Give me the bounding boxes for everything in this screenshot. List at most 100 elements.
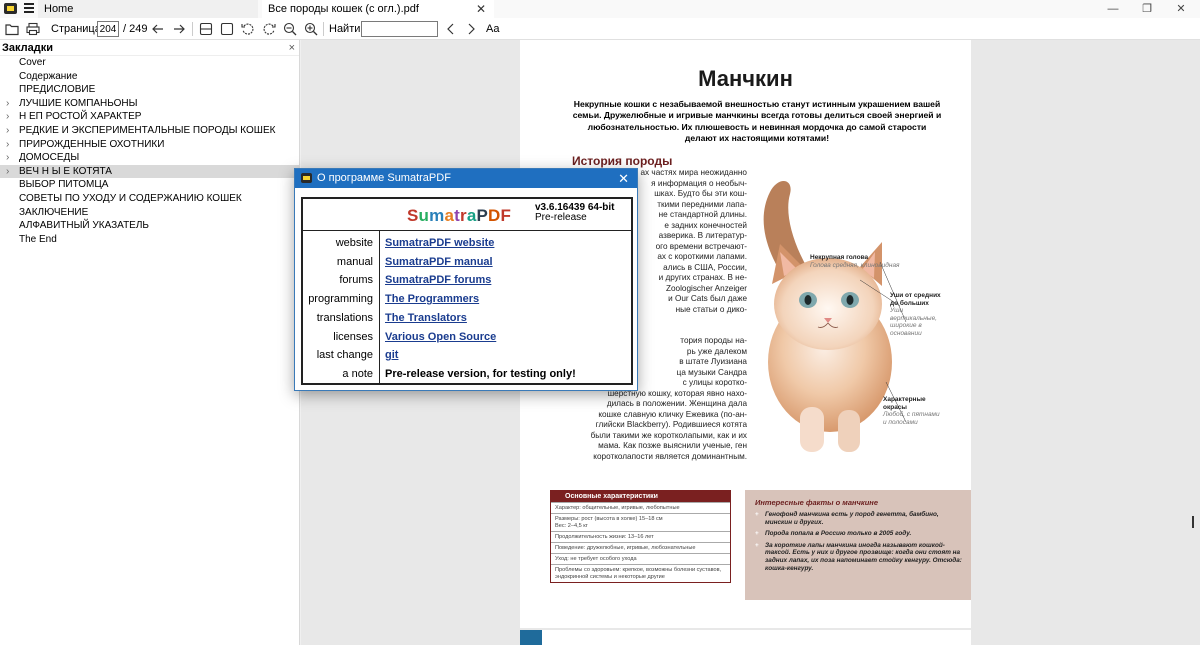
about-row-value: Pre-release version, for testing only! (385, 367, 576, 380)
chevron-right-icon[interactable]: › (6, 151, 9, 165)
chevron-right-icon[interactable]: › (6, 124, 9, 138)
bookmarks-sidebar: Закладки × Cover Содержание ПРЕДИСЛОВИЕ › ЛУ… (0, 40, 300, 645)
about-link[interactable]: SumatraPDF forums (385, 274, 491, 286)
bookmark-item[interactable]: › ДОМОСЕДЫ (0, 151, 299, 165)
about-link[interactable]: SumatraPDF website (385, 237, 494, 249)
annotation-desc: Любой, с пятнами и полосами (883, 411, 940, 426)
about-row: licenses Various Open Source (303, 329, 633, 348)
zoom-out-icon[interactable] (283, 22, 297, 36)
app-logo-icon (301, 173, 312, 183)
about-row: translations The Translators (303, 310, 633, 329)
dialog-title: О программе SumatraPDF (317, 172, 451, 184)
about-link[interactable]: The Translators (385, 312, 467, 324)
page-number-input[interactable] (97, 21, 119, 37)
about-row-key: forums (339, 274, 373, 287)
logo-letter: S (407, 206, 419, 225)
logo-letter: u (418, 206, 430, 225)
table-row: Уход: не требует особого ухода (551, 553, 730, 564)
bookmark-item[interactable]: АЛФАВИТНЫЙ УКАЗАТЕЛЬ (0, 219, 299, 233)
sidebar-title: Закладки (2, 42, 54, 54)
about-link[interactable]: Various Open Source (385, 331, 496, 343)
bookmark-item[interactable]: › ЛУЧШИЕ КОМПАНЬОНЫ (0, 97, 299, 111)
tab-home[interactable]: Home (38, 0, 258, 18)
bookmark-label: Содержание (19, 70, 78, 82)
fact-item: За короткие лапы манчкина иногда называю… (755, 542, 963, 572)
bookmark-label: ВЕЧ Н Ы Е КОТЯТА (19, 165, 112, 177)
bookmark-label: РЕДКИЕ И ЭКСПЕРИМЕНТАЛЬНЫЕ ПОРОДЫ КОШЕК (19, 124, 276, 136)
bookmark-item[interactable]: › ПРИРОЖДЕННЫЕ ОХОТНИКИ (0, 138, 299, 152)
single-page-icon[interactable] (220, 22, 234, 36)
open-folder-icon[interactable] (5, 22, 19, 36)
find-previous-icon[interactable] (444, 22, 458, 36)
chevron-right-icon[interactable]: › (6, 97, 9, 111)
close-dialog-button[interactable]: ✕ (618, 169, 629, 188)
tab-label: Home (44, 3, 74, 15)
bookmark-label: Н ЕП РОСТОЙ ХАРАКТЕР (19, 111, 142, 123)
about-row: last change git (303, 347, 633, 366)
menu-icon[interactable] (24, 3, 34, 13)
find-input[interactable] (361, 21, 438, 37)
bookmark-label: ДОМОСЕДЫ (19, 152, 80, 164)
table-row: Проблемы со здоровьем: крепкое, возможны… (551, 564, 730, 582)
dialog-title-bar: О программе SumatraPDF ✕ (295, 169, 637, 188)
fact-item: Порода попала в Россию только в 2005 год… (755, 530, 963, 538)
version-info: v3.6.16439 64-bit Pre-release (535, 203, 615, 223)
logo-letter: a (444, 206, 455, 225)
bookmark-item[interactable]: › РЕДКИЕ И ЭКСПЕРИМЕНТАЛЬНЫЕ ПОРОДЫ КОШЕК (0, 124, 299, 138)
bookmark-label: ВЫБОР ПИТОМЦА (19, 179, 109, 191)
bookmark-item[interactable]: ПРЕДИСЛОВИЕ (0, 83, 299, 97)
about-link[interactable]: SumatraPDF manual (385, 256, 493, 268)
bookmark-item[interactable]: Содержание (0, 70, 299, 84)
rotate-left-icon[interactable] (241, 22, 255, 36)
about-link[interactable]: The Programmers (385, 293, 479, 305)
logo-letter: D (488, 206, 501, 225)
bookmark-item[interactable]: › ВЕЧ Н Ы Е КОТЯТА (0, 164, 299, 179)
about-row: manual SumatraPDF manual (303, 254, 633, 273)
bookmark-label: The End (19, 233, 57, 245)
page-total: / 249 (123, 23, 148, 35)
print-icon[interactable] (26, 22, 40, 36)
annotation-coat: Характерные окрасы Любой, с пятнами и по… (883, 396, 943, 426)
sidebar-header: Закладки × (0, 40, 299, 56)
rotate-right-icon[interactable] (262, 22, 276, 36)
tab-document[interactable]: Все породы кошек (с огл.).pdf ✕ (262, 0, 494, 18)
chevron-right-icon[interactable]: › (6, 165, 9, 179)
scrollbar-thumb[interactable] (1192, 516, 1194, 528)
bookmark-item[interactable]: The End (0, 233, 299, 247)
match-case-icon[interactable]: Aa (486, 23, 499, 35)
logo-letter: m (429, 206, 445, 225)
close-tab-icon[interactable]: ✕ (476, 0, 486, 18)
find-next-icon[interactable] (464, 22, 478, 36)
arrow-left-icon[interactable] (151, 22, 165, 36)
facts-list: Генофонд манчкина есть у пород генетта, … (755, 511, 963, 572)
about-row-key: programming (308, 293, 373, 306)
about-header: SumatraPDF v3.6.16439 64-bit Pre-release (303, 199, 631, 231)
maximize-button[interactable]: ❐ (1132, 1, 1162, 17)
bookmark-item[interactable]: Cover (0, 56, 299, 70)
next-pdf-page (520, 630, 971, 645)
version-note: Pre-release (535, 212, 587, 223)
bookmark-item[interactable]: СОВЕТЫ ПО УХОДУ И СОДЕРЖАНИЮ КОШЕК (0, 192, 299, 206)
chevron-right-icon[interactable]: › (6, 138, 9, 152)
about-row-key: translations (316, 311, 373, 324)
annotation-desc: Уши вертикальные, широкие в основании (890, 307, 937, 337)
bookmark-list: Cover Содержание ПРЕДИСЛОВИЕ › ЛУЧШИЕ КОМПАН… (0, 56, 299, 246)
bookmark-item[interactable]: › Н ЕП РОСТОЙ ХАРАКТЕР (0, 110, 299, 124)
toolbar: Страница: / 249 Найти: Aa (0, 18, 1200, 40)
about-row: website SumatraPDF website (303, 235, 633, 254)
close-window-button[interactable]: ✕ (1166, 1, 1196, 17)
chevron-right-icon[interactable]: › (6, 110, 9, 124)
table-title: Основные характеристики (551, 491, 730, 502)
close-sidebar-icon[interactable]: × (289, 40, 295, 56)
about-row-key: manual (336, 255, 373, 268)
minimize-button[interactable]: — (1098, 1, 1128, 17)
section-heading: История породы (572, 154, 673, 168)
bookmark-item[interactable]: ЗАКЛЮЧЕНИЕ (0, 206, 299, 220)
bookmark-item[interactable]: ВЫБОР ПИТОМЦА (0, 178, 299, 192)
logo-letter: F (500, 206, 512, 225)
zoom-in-icon[interactable] (304, 22, 318, 36)
about-link[interactable]: git (385, 349, 398, 361)
continuous-layout-icon[interactable] (199, 22, 213, 36)
toolbar-divider (192, 22, 193, 36)
arrow-right-icon[interactable] (172, 22, 186, 36)
